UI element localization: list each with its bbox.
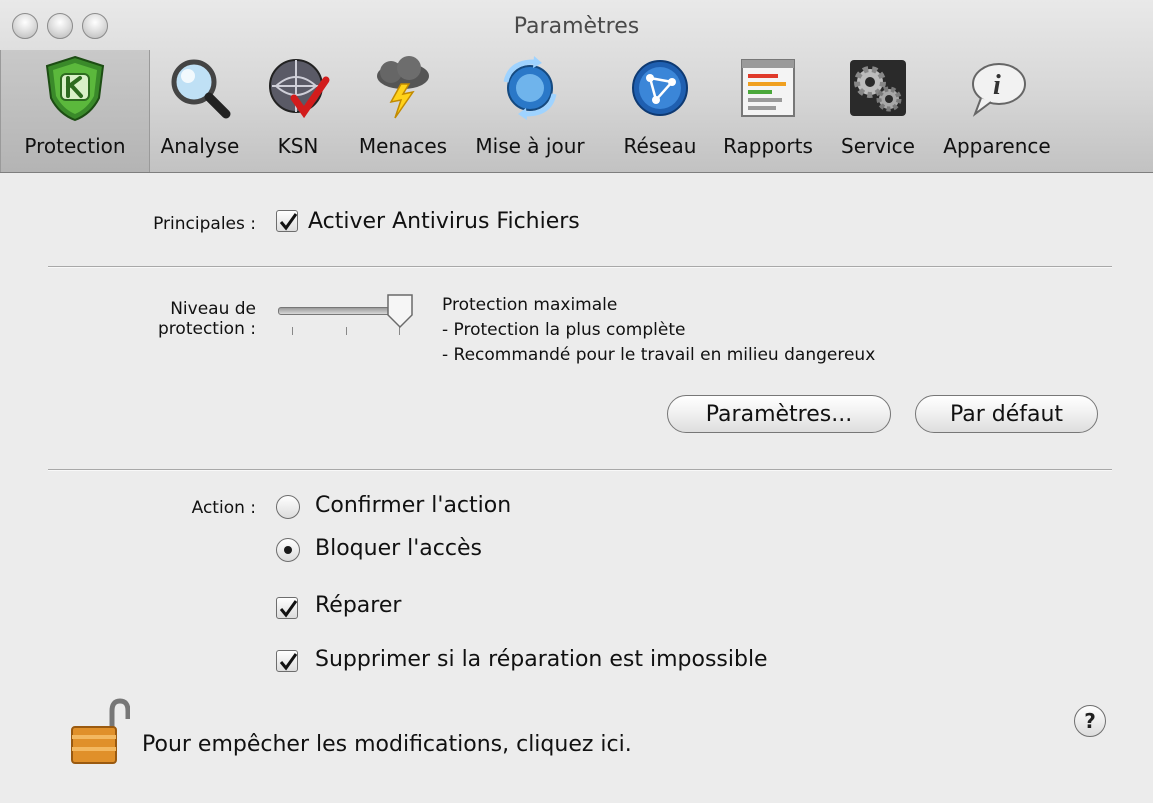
confirmer-action-label[interactable]: Confirmer l'action <box>315 493 511 518</box>
svg-text:i: i <box>993 70 1001 101</box>
tab-label: Protection <box>24 134 126 158</box>
magnifier-icon <box>171 59 231 119</box>
help-button[interactable]: ? <box>1074 705 1106 737</box>
checkmark-icon <box>279 653 298 671</box>
protection-level-label: Niveau de protection : <box>100 299 256 339</box>
parametres-button[interactable]: Paramètres... <box>667 395 891 433</box>
network-icon <box>632 60 688 116</box>
protection-level-desc-1: - Protection la plus complète <box>442 320 686 340</box>
separator <box>48 266 1112 268</box>
tab-label: KSN <box>277 134 319 158</box>
protection-level-title: Protection maximale <box>442 295 618 315</box>
activer-antivirus-label[interactable]: Activer Antivirus Fichiers <box>308 209 580 234</box>
tab-label: Analyse <box>160 134 240 158</box>
reports-icon <box>741 59 795 117</box>
tab-ksn[interactable]: KSN <box>258 50 338 172</box>
bloquer-acces-label[interactable]: Bloquer l'accès <box>315 536 482 561</box>
bloquer-acces-radio[interactable] <box>276 538 300 562</box>
unlocked-padlock-icon[interactable] <box>68 697 130 767</box>
radio-selected-dot <box>284 546 292 554</box>
tab-label: Service <box>841 134 915 158</box>
slider-tick <box>292 327 293 335</box>
confirmer-action-radio[interactable] <box>276 495 300 519</box>
par-defaut-button[interactable]: Par défaut <box>915 395 1098 433</box>
activer-antivirus-checkbox[interactable] <box>276 210 298 232</box>
tab-label: Menaces <box>358 134 448 158</box>
tab-mise-a-jour[interactable]: Mise à jour <box>462 50 598 172</box>
protection-level-desc-2: - Recommandé pour le travail en milieu d… <box>442 345 876 365</box>
slider-thumb[interactable] <box>386 293 414 329</box>
action-label: Action : <box>191 498 256 518</box>
reparer-checkbox[interactable] <box>276 597 298 619</box>
tab-service[interactable]: Service <box>828 50 928 172</box>
tab-label: Rapports <box>723 134 813 158</box>
ksn-globe-icon <box>269 59 330 119</box>
tab-rapports[interactable]: Rapports <box>712 50 824 172</box>
storm-cloud-icon <box>377 56 429 119</box>
protection-settings-panel: Principales : Activer Antivirus Fichiers… <box>0 173 1153 803</box>
tab-label: Apparence <box>943 134 1051 158</box>
update-icon <box>503 56 557 120</box>
checkmark-icon <box>279 600 298 618</box>
gears-icon <box>850 60 906 116</box>
preferences-window: Paramètres Protection Analyse KSN Menace… <box>0 0 1153 803</box>
supprimer-checkbox[interactable] <box>276 650 298 672</box>
speech-bubble-icon: i <box>972 63 1026 117</box>
reparer-label[interactable]: Réparer <box>315 593 401 618</box>
tab-protection[interactable]: Protection <box>0 50 150 172</box>
tab-apparence[interactable]: i Apparence <box>934 50 1060 172</box>
supprimer-label[interactable]: Supprimer si la réparation est impossibl… <box>315 647 768 672</box>
protection-level-label-line2: protection : <box>158 319 256 339</box>
window-title: Paramètres <box>513 14 640 39</box>
tab-label: Réseau <box>623 134 697 158</box>
slider-tick <box>346 327 347 335</box>
tab-menaces[interactable]: Menaces <box>348 50 458 172</box>
toolbar-area: Paramètres Protection Analyse KSN Menace… <box>0 0 1153 173</box>
shield-k-icon <box>45 55 105 122</box>
checkmark-icon <box>279 213 298 231</box>
tab-reseau[interactable]: Réseau <box>610 50 710 172</box>
separator <box>48 469 1112 471</box>
lock-message[interactable]: Pour empêcher les modifications, cliquez… <box>142 732 632 757</box>
tab-analyse[interactable]: Analyse <box>150 50 250 172</box>
protection-level-label-line1: Niveau de <box>170 299 256 319</box>
principales-label: Principales : <box>153 214 256 234</box>
protection-level-slider[interactable] <box>278 293 418 363</box>
tab-label: Mise à jour <box>475 134 585 158</box>
